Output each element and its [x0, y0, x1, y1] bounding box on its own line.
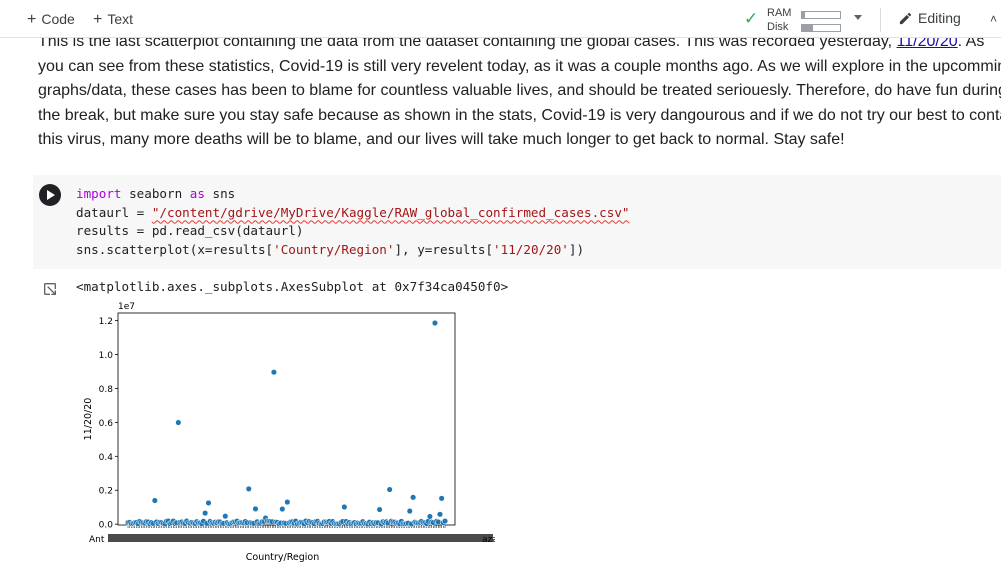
scatter-point: [426, 513, 433, 520]
scatter-point: [245, 485, 252, 492]
code-token: sns: [204, 186, 236, 201]
scatter-point: [406, 508, 413, 515]
code-keyword: as: [189, 186, 205, 201]
scatter-plot: 0.0 0.2 0.4 0.6 0.8 1.0 1.2 1e7 11/20/20 Country/…: [83, 302, 495, 563]
y-offset-label: 1e7: [118, 302, 135, 312]
scatter-point: [205, 499, 212, 507]
y-tick-label: 0.0: [99, 521, 114, 531]
code-keyword: import: [76, 186, 122, 201]
x-tick-label: Ant: [89, 535, 105, 545]
code-token: seaborn: [121, 186, 190, 201]
y-tick-label: 0.4: [99, 453, 114, 463]
x-tick-label-overlap: [108, 534, 493, 542]
chevron-up-icon[interactable]: ˄: [990, 12, 997, 26]
disk-usage-bar: [801, 24, 841, 32]
y-axis-label: 11/20/20: [83, 398, 94, 441]
scatter-point: [341, 503, 348, 511]
scatter-point: [284, 499, 291, 506]
run-cell-button[interactable]: [39, 184, 61, 206]
scatter-point: [435, 518, 442, 526]
scatter-point: [410, 494, 417, 501]
add-text-button[interactable]: + Text: [93, 11, 133, 29]
x-tick-label: aza: [482, 535, 495, 545]
code-token: ], y=results[: [394, 242, 494, 258]
paragraph-line: you can see from these statistics, Covid…: [38, 57, 1001, 75]
markdown-paragraph: This is the last scatterplot containing …: [38, 38, 1001, 153]
scatter-point: [270, 369, 277, 376]
paragraph-line: graphs/data, these cases has been to bla…: [38, 82, 1001, 99]
x-axis-label: Country/Region: [246, 552, 319, 563]
scatter-point: [376, 506, 383, 513]
scatter-point: [151, 497, 158, 504]
y-tick-label: 0.2: [99, 487, 113, 497]
scatter-point: [252, 505, 259, 512]
code-string: '11/20/20': [493, 242, 569, 258]
disk-label: Disk: [767, 21, 789, 33]
text-cell[interactable]: This is the last scatterplot containing …: [0, 38, 1001, 168]
scatter-point: [386, 486, 393, 493]
scatter-point: [222, 513, 229, 520]
scatter-point: [202, 510, 209, 517]
y-tick-label: 0.8: [99, 385, 114, 395]
paragraph-line: . As: [957, 38, 985, 50]
code-string: 'Country/Region': [273, 242, 395, 258]
resource-indicator[interactable]: ✓ RAM Disk: [744, 6, 844, 34]
ram-label: RAM: [767, 7, 792, 19]
add-code-button[interactable]: + Code: [27, 11, 75, 29]
code-string: "/content/gdrive/MyDrive/Kaggle/RAW_glob…: [151, 204, 630, 220]
plot-frame: [117, 312, 456, 526]
scatter-point: [279, 506, 286, 513]
toolbar-divider: [880, 8, 881, 32]
scatter-point: [441, 518, 449, 525]
chevron-down-icon[interactable]: [854, 15, 862, 20]
date-link[interactable]: 11/20/20: [897, 38, 958, 50]
editing-mode-button[interactable]: Editing: [898, 10, 961, 26]
plus-icon: +: [27, 11, 37, 28]
output-arrow-icon[interactable]: [42, 281, 58, 297]
scatter-point: [436, 511, 444, 518]
paragraph-line: this virus, many more deaths will be to …: [38, 131, 845, 148]
code-text[interactable]: import seaborn as sns dataurl = "/conten…: [76, 185, 630, 260]
y-tick-label: 0.6: [99, 419, 114, 429]
paragraph-line: This is the last scatterplot containing …: [38, 38, 897, 50]
notebook-toolbar: + Code + Text ✓ RAM Disk Editing ˄: [0, 0, 1001, 38]
code-token: dataurl =: [76, 204, 152, 220]
add-code-label: Code: [41, 11, 75, 27]
scatter-point: [438, 495, 445, 502]
output-repr: <matplotlib.axes._subplots.AxesSubplot a…: [76, 279, 509, 294]
add-text-label: Text: [107, 11, 134, 27]
code-token: sns.scatterplot(x=results[: [76, 242, 274, 258]
paragraph-line: the break, but make sure you stay safe b…: [38, 106, 1001, 124]
check-icon: ✓: [744, 9, 759, 28]
ram-usage-bar: [801, 11, 841, 19]
y-tick-label: 1.0: [99, 351, 114, 361]
code-token: ]): [568, 242, 585, 258]
scatter-point: [431, 319, 438, 327]
pencil-icon: [899, 12, 912, 25]
scatter-point: [175, 419, 182, 426]
y-tick-label: 1.2: [99, 317, 113, 327]
plus-icon: +: [93, 11, 103, 28]
editing-label: Editing: [918, 10, 961, 26]
code-line: results = pd.read_csv(dataurl): [76, 223, 304, 239]
